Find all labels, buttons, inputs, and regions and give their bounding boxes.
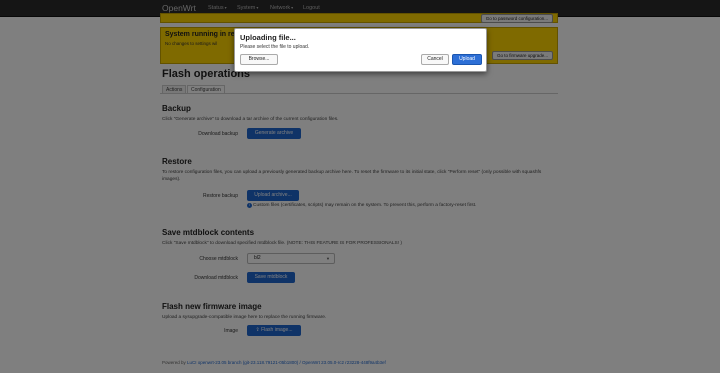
dialog-title: Uploading file... xyxy=(240,33,296,42)
browse-button[interactable]: Browse... xyxy=(240,54,278,65)
cancel-button[interactable]: Cancel xyxy=(421,54,449,65)
upload-button[interactable]: Upload xyxy=(452,54,482,65)
dialog-text: Please select the file to upload. xyxy=(240,44,310,50)
upload-dialog: Uploading file... Please select the file… xyxy=(234,28,487,72)
